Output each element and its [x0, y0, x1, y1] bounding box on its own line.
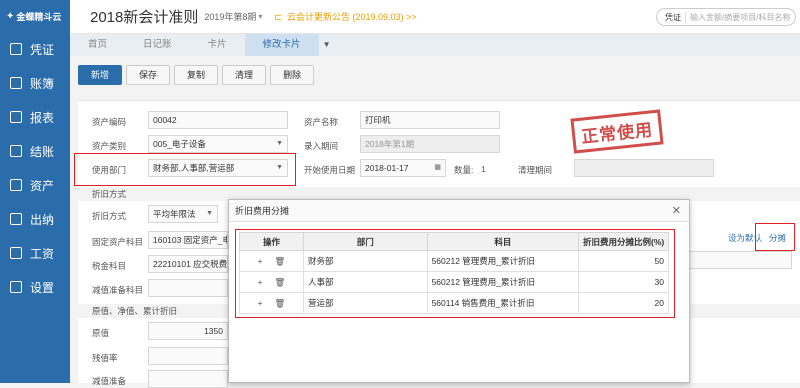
search-box[interactable]: 凭证 输入金额/摘要项目/科目名称 — [656, 8, 796, 26]
new-button[interactable]: 新增 — [78, 65, 123, 85]
delete-button[interactable]: 删除 — [270, 65, 315, 85]
asset-name-label: 资产名称 — [304, 117, 339, 127]
period-selector[interactable]: 2019年第8期 — [204, 10, 256, 23]
logo-icon: ✦ — [6, 10, 15, 22]
chevron-down-icon[interactable]: ▾ — [258, 12, 262, 21]
sidebar-item-asset[interactable]: 资产 — [0, 168, 70, 202]
clear-period-label: 清理期间 — [518, 165, 553, 175]
save-button[interactable]: 保存 — [126, 65, 171, 85]
notice-link[interactable]: ⊏ 云会计更新公告 (2019.09.03) >> — [274, 10, 416, 23]
app-logo[interactable]: ✦ 金蝶精斗云 — [0, 0, 70, 32]
close-icon[interactable]: ✕ — [672, 204, 681, 217]
fixed-acct-label: 固定资产科目 — [92, 237, 144, 247]
account-book-title[interactable]: 2018新会计准则 — [90, 6, 198, 27]
sidebar-item-payroll[interactable]: 工资 — [0, 236, 70, 270]
sidebar-item-label: 设置 — [30, 280, 55, 295]
chevron-down-icon: ▼ — [206, 210, 213, 217]
orig-field[interactable]: 1350 — [148, 322, 228, 340]
depr-method-select[interactable]: 平均年限法 ▼ — [148, 205, 218, 223]
dialog-title: 折旧费用分摊 — [229, 200, 689, 222]
search-scope-select[interactable]: 凭证 — [657, 11, 686, 23]
ledger-icon — [10, 77, 22, 89]
entry-period-label: 录入期间 — [304, 141, 339, 151]
impair-acct-field[interactable] — [148, 279, 228, 297]
residual-field[interactable] — [148, 347, 228, 365]
table-highlight-box — [235, 229, 675, 318]
impair-acct-label: 减值准备科目 — [92, 285, 144, 295]
asset-name-field[interactable]: 打印机 — [360, 111, 500, 129]
qty-label: 数量: — [454, 165, 474, 175]
settings-icon — [10, 281, 22, 293]
sidebar: ✦ 金蝶精斗云 凭证 账簿 报表 结账 资产 出纳 工资 设置 — [0, 0, 70, 383]
qty-value: 1 — [481, 164, 486, 174]
payroll-icon — [10, 247, 22, 259]
depr-method-value: 平均年限法 — [153, 209, 196, 219]
copy-button[interactable]: 复制 — [174, 65, 219, 85]
sidebar-item-label: 结账 — [30, 144, 55, 159]
cashier-icon — [10, 213, 22, 225]
dept-highlight-box — [74, 153, 296, 186]
asset-type-select[interactable]: 005_电子设备 ▼ — [148, 135, 288, 153]
tax-acct-label: 税金科目 — [92, 261, 127, 271]
residual-label: 残值率 — [92, 353, 118, 363]
voucher-icon — [10, 43, 22, 55]
sidebar-item-label: 资产 — [30, 178, 55, 193]
announcement-icon: ⊏ — [274, 12, 282, 22]
sidebar-item-label: 报表 — [30, 110, 55, 125]
orig-label: 原值 — [92, 328, 110, 338]
toolbar: 新增 保存 复制 清理 删除 — [78, 65, 315, 85]
tab-more-icon[interactable]: ▼ — [319, 34, 335, 56]
sidebar-item-label: 工资 — [30, 246, 55, 261]
tax-acct-field[interactable]: 22210101 应交税费_ — [148, 255, 228, 273]
chevron-down-icon: ▼ — [276, 140, 283, 147]
asset-icon — [10, 179, 22, 191]
sidebar-item-label: 凭证 — [30, 42, 55, 57]
sidebar-item-label: 账簿 — [30, 76, 55, 91]
sidebar-item-report[interactable]: 报表 — [0, 100, 70, 134]
asset-code-label: 资产编码 — [92, 117, 127, 127]
sidebar-item-label: 出纳 — [30, 212, 55, 227]
notice-text: 云会计更新公告 (2019.09.03) >> — [286, 12, 417, 22]
start-date-label: 开始使用日期 — [304, 165, 356, 175]
report-icon — [10, 111, 22, 123]
sidebar-item-close-account[interactable]: 结账 — [0, 134, 70, 168]
logo-text: 金蝶精斗云 — [16, 11, 62, 22]
clear-button[interactable]: 清理 — [222, 65, 267, 85]
calendar-icon[interactable]: ▦ — [434, 160, 441, 176]
asset-code-field[interactable]: 00042 — [148, 111, 288, 129]
start-date-value: 2018-01-17 — [365, 163, 409, 173]
tab-edit-card[interactable]: 修改卡片 — [244, 34, 319, 56]
tab-card[interactable]: 卡片 — [190, 34, 245, 56]
tab-bar: 首页 日记账 卡片 修改卡片 ▼ — [70, 34, 800, 56]
close-account-icon — [10, 145, 22, 157]
tab-journal[interactable]: 日记账 — [125, 34, 190, 56]
sidebar-item-settings[interactable]: 设置 — [0, 270, 70, 304]
start-date-field[interactable]: 2018-01-17 ▦ — [360, 159, 446, 177]
clear-period-field — [574, 159, 714, 177]
entry-period-field: 2018年第1期 — [360, 135, 500, 153]
fixed-acct-field[interactable]: 160103 固定资产_电 — [148, 231, 228, 249]
depr-method-label: 折旧方式 — [92, 211, 127, 221]
depr-split-dialog: 折旧费用分摊 ✕ 操作 部门 科目 折旧费用分摊比例(%) + 🗑 财务部 560… — [228, 199, 690, 383]
impair-field[interactable] — [148, 370, 228, 388]
asset-type-value: 005_电子设备 — [153, 139, 206, 149]
asset-type-label: 资产类别 — [92, 141, 127, 151]
topbar: 2018新会计准则 2019年第8期 ▾ ⊏ 云会计更新公告 (2019.09.0… — [70, 0, 800, 34]
split-highlight-box — [755, 223, 795, 251]
sidebar-item-voucher[interactable]: 凭证 — [0, 32, 70, 66]
impair-label: 减值准备 — [92, 376, 127, 386]
tab-home[interactable]: 首页 — [70, 34, 125, 56]
search-input[interactable]: 输入金额/摘要项目/科目名称 — [686, 12, 790, 23]
sidebar-item-cashier[interactable]: 出纳 — [0, 202, 70, 236]
sidebar-item-ledger[interactable]: 账簿 — [0, 66, 70, 100]
